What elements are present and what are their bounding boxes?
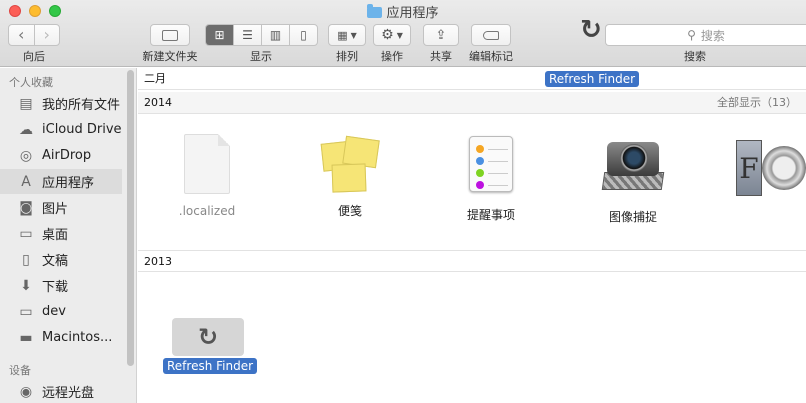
arrange-label: 排列 xyxy=(336,50,358,63)
disk-icon: ▬ xyxy=(19,329,33,346)
list-view-button[interactable]: ☰ xyxy=(234,25,262,45)
back-label: 向后 xyxy=(23,50,45,63)
group-header-february: 二月 Refresh Finder xyxy=(138,68,806,90)
sidebar-item-desktop[interactable]: ▭ 桌面 xyxy=(0,221,122,246)
folder-icon xyxy=(367,4,383,18)
show-all-link[interactable]: 全部显示（13） xyxy=(717,92,797,114)
new-folder-label: 新建文件夹 xyxy=(142,50,198,63)
sidebar-item-airdrop[interactable]: ◎ AirDrop xyxy=(0,143,122,168)
document-icon xyxy=(175,134,239,198)
chevron-down-icon: ▼ xyxy=(350,30,357,40)
edit-tags-label: 编辑标记 xyxy=(469,50,513,63)
forward-button[interactable]: › xyxy=(33,25,60,45)
sidebar-item-downloads[interactable]: ⬇ 下载 xyxy=(0,273,122,298)
refresh-finder-app-icon[interactable]: ↻ xyxy=(172,318,244,356)
app-item-stickies[interactable]: 便笺 xyxy=(295,132,405,219)
sidebar-item-documents[interactable]: ▯ 文稿 xyxy=(0,247,122,272)
chevron-down-icon: ▼ xyxy=(396,30,403,40)
stickies-icon xyxy=(318,132,382,196)
refresh-finder-app-label[interactable]: Refresh Finder xyxy=(163,358,258,374)
sidebar-item-applications[interactable]: A 应用程序 xyxy=(0,169,122,194)
sidebar-item-all-files[interactable]: ▤ 我的所有文件 xyxy=(0,91,122,116)
action-label: 操作 xyxy=(381,50,403,63)
sidebar-item-dev[interactable]: ▭ dev xyxy=(0,299,122,324)
refresh-finder-drag-label: Refresh Finder xyxy=(545,71,640,87)
view-label: 显示 xyxy=(250,50,272,63)
search-icon: ⚲ xyxy=(687,28,696,42)
cloud-icon: ☁ xyxy=(19,121,33,138)
desktop-icon: ▭ xyxy=(19,225,33,242)
applications-icon: A xyxy=(21,173,31,190)
tag-icon xyxy=(483,30,499,40)
camera-icon: ◙ xyxy=(19,199,33,216)
sidebar-item-icloud-drive[interactable]: ☁ iCloud Drive xyxy=(0,117,122,142)
action-button[interactable]: ⚙ ▼ xyxy=(373,24,411,46)
back-forward-buttons: ‹ › xyxy=(8,24,60,46)
arrange-icon: ▦ xyxy=(337,28,348,42)
group-header-2013: 2013 xyxy=(138,250,806,272)
folder-icon: ▭ xyxy=(19,303,33,320)
search-input[interactable]: ⚲ 搜索 xyxy=(605,24,806,46)
sidebar-scrollbar[interactable] xyxy=(127,70,134,366)
gear-icon: ⚙ xyxy=(381,27,394,43)
app-item-reminders[interactable]: 提醒事项 xyxy=(436,132,546,223)
favorites-header: 个人收藏 xyxy=(9,76,53,89)
edit-tags-button[interactable] xyxy=(471,24,511,46)
document-icon: ▯ xyxy=(22,251,30,268)
cover-flow-button[interactable]: ▯ xyxy=(290,25,317,45)
group-header-2014: 2014 全部显示（13） xyxy=(138,92,806,114)
font-book-icon[interactable]: F xyxy=(732,132,806,202)
icon-view-button[interactable]: ⊞ xyxy=(206,25,234,45)
refresh-finder-icon[interactable]: ↻ xyxy=(577,16,605,44)
optical-disc-icon: ◉ xyxy=(19,383,33,400)
devices-header: 设备 xyxy=(9,364,31,377)
file-item-localized[interactable]: .localized xyxy=(152,132,262,218)
toolbar: 应用程序 ‹ › 向后 新建文件夹 ⊞ ☰ ▥ ▯ 显示 ▦ ▼ 排列 ⚙ ▼ 操作… xyxy=(0,0,806,67)
reminders-icon xyxy=(459,136,523,200)
share-label: 共享 xyxy=(430,50,452,63)
all-files-icon: ▤ xyxy=(19,95,33,112)
arrange-button[interactable]: ▦ ▼ xyxy=(328,24,366,46)
sidebar: 个人收藏 ▤ 我的所有文件 ☁ iCloud Drive ◎ AirDrop A 应用程… xyxy=(0,68,137,403)
view-mode-buttons: ⊞ ☰ ▥ ▯ xyxy=(205,24,318,46)
app-item-image-capture[interactable]: 图像捕捉 xyxy=(578,132,688,225)
search-label: 搜索 xyxy=(684,50,706,63)
file-browser: 二月 Refresh Finder 2014 全部显示（13） .localiz… xyxy=(138,68,806,403)
back-button[interactable]: ‹ xyxy=(9,25,34,45)
sidebar-item-pictures[interactable]: ◙ 图片 xyxy=(0,195,122,220)
image-capture-icon xyxy=(601,138,665,202)
new-folder-icon xyxy=(162,29,178,41)
share-icon: ⇪ xyxy=(435,27,447,43)
share-button[interactable]: ⇪ xyxy=(423,24,459,46)
sidebar-item-remote-disc[interactable]: ◉ 远程光盘 xyxy=(0,379,122,403)
new-folder-button[interactable] xyxy=(150,24,190,46)
sidebar-item-macintosh[interactable]: ▬ Macintos... xyxy=(0,325,122,350)
airdrop-icon: ◎ xyxy=(19,147,33,164)
window-title: 应用程序 xyxy=(0,2,806,21)
column-view-button[interactable]: ▥ xyxy=(262,25,290,45)
download-icon: ⬇ xyxy=(20,277,32,294)
